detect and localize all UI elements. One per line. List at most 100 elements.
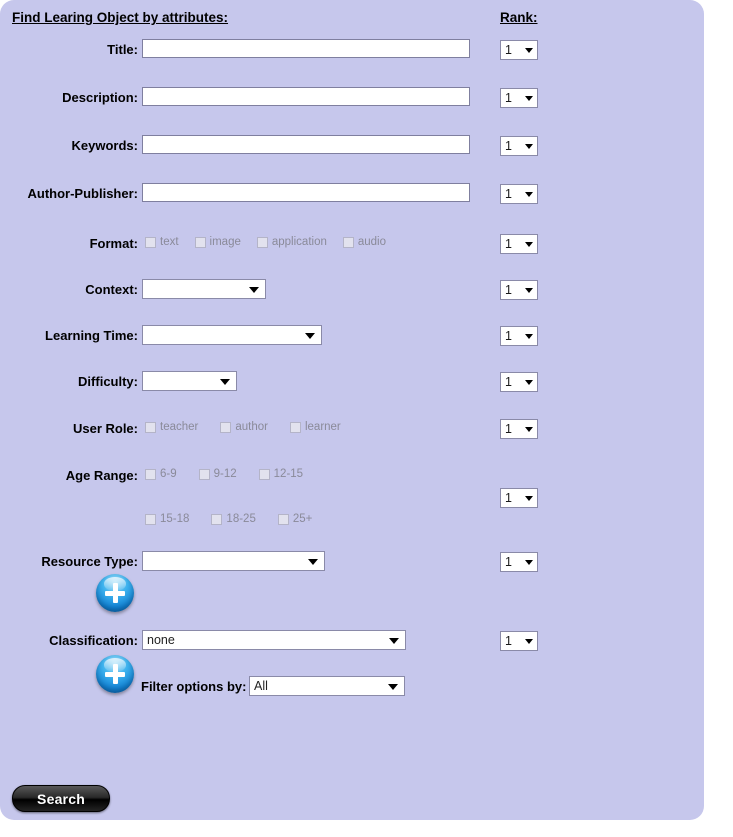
rank-value-context: 1 — [505, 283, 512, 297]
chevron-down-icon — [525, 288, 533, 293]
checkbox-icon[interactable] — [289, 421, 301, 433]
rank-select-classification[interactable]: 1 — [500, 631, 538, 651]
chevron-down-icon — [525, 48, 533, 53]
context-select[interactable] — [142, 279, 266, 299]
chevron-down-icon — [389, 638, 399, 644]
chevron-down-icon — [388, 684, 398, 690]
description-input[interactable] — [142, 87, 470, 106]
chevron-down-icon — [525, 427, 533, 432]
title-label: Title: — [107, 42, 138, 57]
format-checkbox-group: text image application audio — [145, 236, 386, 248]
age-range-checkbox-group-row2: 15-18 18-25 25+ — [145, 513, 312, 525]
classification-select[interactable]: none — [142, 630, 406, 650]
resource-type-label: Resource Type: — [41, 554, 138, 569]
page-title: Find Learing Object by attributes: — [12, 10, 229, 25]
rank-select-learning-time[interactable]: 1 — [500, 326, 538, 346]
user-role-option-learner[interactable]: learner — [289, 421, 341, 433]
checkbox-icon[interactable] — [277, 513, 289, 525]
rank-value-classification: 1 — [505, 634, 512, 648]
rank-value-format: 1 — [505, 237, 512, 251]
learning-time-select[interactable] — [142, 325, 322, 345]
checkbox-icon[interactable] — [220, 421, 232, 433]
rank-value-user-role: 1 — [505, 422, 512, 436]
rank-select-author-publisher[interactable]: 1 — [500, 184, 538, 204]
user-role-option-teacher[interactable]: teacher — [145, 421, 198, 433]
checkbox-icon[interactable] — [194, 236, 206, 248]
user-role-checkbox-group: teacher author learner — [145, 421, 341, 433]
chevron-down-icon — [308, 559, 318, 565]
title-input[interactable] — [142, 39, 470, 58]
chevron-down-icon — [525, 380, 533, 385]
age-range-label: Age Range: — [65, 468, 138, 483]
user-role-option-author[interactable]: author — [220, 421, 268, 433]
checkbox-icon[interactable] — [198, 468, 210, 480]
format-label: Format: — [89, 236, 138, 251]
rank-select-age-range[interactable]: 1 — [500, 488, 538, 508]
keywords-input[interactable] — [142, 135, 470, 154]
rank-value-learning-time: 1 — [505, 329, 512, 343]
chevron-down-icon — [220, 379, 230, 385]
rank-select-context[interactable]: 1 — [500, 280, 538, 300]
add-resource-type-button[interactable] — [96, 574, 134, 612]
difficulty-select[interactable] — [142, 371, 237, 391]
chevron-down-icon — [525, 560, 533, 565]
rank-value-age-range: 1 — [505, 491, 512, 505]
format-option-application[interactable]: application — [256, 236, 327, 248]
checkbox-icon[interactable] — [342, 236, 354, 248]
checkbox-icon[interactable] — [211, 513, 223, 525]
learning-time-label: Learning Time: — [45, 328, 138, 343]
search-button[interactable]: Search — [12, 785, 110, 812]
rank-value-description: 1 — [505, 91, 512, 105]
author-publisher-input[interactable] — [142, 183, 470, 202]
age-range-option-6-9[interactable]: 6-9 — [145, 468, 177, 480]
rank-select-format[interactable]: 1 — [500, 234, 538, 254]
plus-icon-gloss — [103, 577, 127, 591]
rank-column-header: Rank: — [500, 10, 538, 25]
age-range-option-9-12[interactable]: 9-12 — [198, 468, 237, 480]
checkbox-icon[interactable] — [258, 468, 270, 480]
rank-select-resource-type[interactable]: 1 — [500, 552, 538, 572]
age-range-checkbox-group-row1: 6-9 9-12 12-15 — [145, 468, 303, 480]
checkbox-icon[interactable] — [145, 513, 156, 525]
checkbox-icon[interactable] — [145, 421, 156, 433]
author-publisher-label: Author-Publisher: — [27, 186, 139, 201]
format-option-audio[interactable]: audio — [342, 236, 386, 248]
chevron-down-icon — [525, 192, 533, 197]
chevron-down-icon — [525, 242, 533, 247]
age-range-option-18-25[interactable]: 18-25 — [211, 513, 256, 525]
chevron-down-icon — [525, 639, 533, 644]
description-label: Description: — [62, 90, 138, 105]
format-option-image[interactable]: image — [194, 236, 241, 248]
rank-select-user-role[interactable]: 1 — [500, 419, 538, 439]
context-label: Context: — [85, 282, 138, 297]
checkbox-icon[interactable] — [145, 468, 156, 480]
age-range-option-15-18[interactable]: 15-18 — [145, 513, 189, 525]
rank-select-description[interactable]: 1 — [500, 88, 538, 108]
keywords-label: Keywords: — [71, 138, 138, 153]
rank-value-keywords: 1 — [505, 139, 512, 153]
rank-select-difficulty[interactable]: 1 — [500, 372, 538, 392]
classification-label: Classification: — [49, 633, 138, 648]
add-classification-button[interactable] — [96, 655, 134, 693]
filter-options-label: Filter options by: — [141, 679, 247, 694]
search-button-label: Search — [37, 790, 85, 807]
rank-select-title[interactable]: 1 — [500, 40, 538, 60]
rank-value-difficulty: 1 — [505, 375, 512, 389]
checkbox-icon[interactable] — [145, 236, 156, 248]
rank-value-title: 1 — [505, 43, 512, 57]
search-form-panel: Find Learing Object by attributes: Rank:… — [0, 0, 704, 820]
resource-type-select[interactable] — [142, 551, 325, 571]
chevron-down-icon — [305, 333, 315, 339]
checkbox-icon[interactable] — [256, 236, 268, 248]
age-range-option-25plus[interactable]: 25+ — [277, 513, 312, 525]
chevron-down-icon — [525, 496, 533, 501]
chevron-down-icon — [249, 287, 259, 293]
difficulty-label: Difficulty: — [78, 374, 138, 389]
rank-select-keywords[interactable]: 1 — [500, 136, 538, 156]
chevron-down-icon — [525, 96, 533, 101]
age-range-option-12-15[interactable]: 12-15 — [258, 468, 303, 480]
rank-value-author-publisher: 1 — [505, 187, 512, 201]
rank-value-resource-type: 1 — [505, 555, 512, 569]
format-option-text[interactable]: text — [145, 236, 179, 248]
filter-options-select[interactable]: All — [249, 676, 405, 696]
